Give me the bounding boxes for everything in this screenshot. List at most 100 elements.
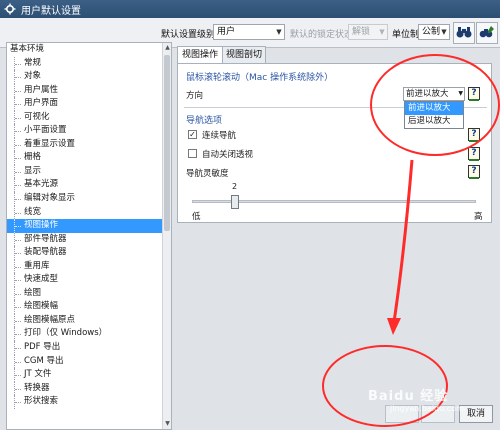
tree-item-label: 对象 <box>24 71 42 82</box>
lock-select[interactable]: 解锁 ▼ <box>348 24 388 40</box>
tree-item[interactable]: PDF 导出 <box>7 341 171 355</box>
scroll-down-icon[interactable]: ▼ <box>163 419 171 429</box>
unit-select[interactable]: 公制 ▼ <box>418 24 450 40</box>
tree-item-label: 编辑对象显示 <box>24 193 76 204</box>
tree-guide-tick <box>15 144 21 146</box>
tree-item[interactable]: 绘图 <box>7 286 171 301</box>
tree-guide-tick <box>15 171 21 173</box>
tree-item-label: 用户界面 <box>24 98 59 109</box>
tree-guide-tick <box>15 117 21 119</box>
sensitivity-slider[interactable]: 2 <box>192 182 476 209</box>
auto-perspective-checkbox[interactable] <box>188 149 197 158</box>
dropdown-option[interactable]: 后退以放大 <box>405 115 463 128</box>
level-select[interactable]: 用户 ▼ <box>213 24 285 40</box>
tree-item[interactable]: 显示 <box>7 164 171 179</box>
window-titlebar: 用户默认设置 <box>0 0 500 18</box>
direction-label: 方向 <box>186 91 204 101</box>
tree-item[interactable]: 编辑对象显示 <box>7 192 171 206</box>
tree-guide-tick <box>15 253 21 255</box>
cancel-button[interactable]: 取消 <box>459 405 493 423</box>
tree-item-label: 用户属性 <box>24 84 59 95</box>
tree-item[interactable]: 转换器 <box>7 381 171 396</box>
scroll-thumb[interactable] <box>164 55 170 231</box>
help-icon[interactable]: ? <box>468 87 480 101</box>
tree-root[interactable]: 基本环境 <box>7 43 171 57</box>
slider-value: 2 <box>232 182 238 191</box>
chevron-down-icon: ▼ <box>276 28 282 36</box>
continuous-nav-checkbox[interactable]: ✓ <box>188 130 197 139</box>
tree-item-label: 装配导航器 <box>24 247 67 258</box>
tree-item[interactable]: 装配导航器 <box>7 246 171 260</box>
tree-item[interactable]: 基本光源 <box>7 178 171 193</box>
tree-items: 常规对象用户属性用户界面 可视化 小平面设置 着重显示设置 栅格 显示 基本光源编辑对象显示… <box>7 56 171 409</box>
tree-item[interactable]: 可视化 <box>7 110 171 125</box>
tree-item-label: 绘图模幅原点 <box>24 314 76 325</box>
tree-guide-tick <box>15 361 21 363</box>
watermark-logo: Baidu 经验 <box>368 389 449 404</box>
tree-guide-tick <box>15 266 21 268</box>
tree-guide-tick <box>15 280 21 282</box>
tree-item[interactable]: 绘图模幅原点 <box>7 313 171 328</box>
tree-guide-tick <box>15 348 21 350</box>
tree-item-label: 常规 <box>24 57 42 68</box>
tree-item-label: 部件导航器 <box>24 233 67 244</box>
tree-item[interactable]: 用户界面 <box>7 97 171 111</box>
tree-item[interactable]: 常规 <box>7 56 171 71</box>
chevron-down-icon: ▼ <box>458 90 463 97</box>
tree-item[interactable]: 着重显示设置 <box>7 137 171 152</box>
help-icon[interactable]: ? <box>468 147 480 161</box>
slider-high-label: 高 <box>474 212 483 222</box>
tree-guide-tick <box>15 375 21 377</box>
tree-item[interactable]: 栅格 <box>7 151 171 165</box>
tree-guide-tick <box>15 131 21 133</box>
tree-guide-tick <box>15 185 21 187</box>
slider-handle[interactable] <box>231 195 239 209</box>
tree-guide-tick <box>15 104 21 106</box>
tree-item-label: 绘图 <box>24 287 42 298</box>
tree-item-label: 线宽 <box>24 206 42 217</box>
tree-item[interactable]: 打印（仅 Windows） <box>7 327 171 342</box>
tree-item[interactable]: JT 文件 <box>7 368 171 382</box>
tree-item[interactable]: 用户属性 <box>7 83 171 98</box>
tree-item[interactable]: 小平面设置 <box>7 124 171 138</box>
tree-item[interactable]: 对象 <box>7 70 171 84</box>
lock-label: 默认的锁定状态 <box>290 30 354 40</box>
tree-item[interactable]: 重用库 <box>7 259 171 274</box>
dropdown-option[interactable]: 前进以放大 <box>405 102 463 115</box>
tree-item-label: 重用库 <box>24 260 50 271</box>
find-setting-button[interactable] <box>453 22 475 44</box>
tree-guide-tick <box>15 388 21 390</box>
direction-dropdown: 前进以放大 后退以放大 <box>404 101 464 129</box>
tree-item-label: 绘图模幅 <box>24 301 59 312</box>
tree-item[interactable]: 绘图模幅 <box>7 300 171 314</box>
manage-settings-button[interactable] <box>476 22 498 44</box>
tree-item-label: 基本光源 <box>24 179 59 190</box>
level-label: 默认设置级别 <box>161 30 216 40</box>
gear-icon <box>4 3 16 15</box>
tab-view-section[interactable]: 视图剖切 <box>222 46 266 63</box>
scroll-up-icon[interactable]: ▲ <box>163 43 171 53</box>
direction-select[interactable]: 前进以放大 ▼ <box>403 87 465 101</box>
unit-label: 单位制 <box>392 30 420 40</box>
tree-item[interactable]: 视图操作 <box>7 219 171 233</box>
tree-item[interactable]: 部件导航器 <box>7 232 171 247</box>
tree-item[interactable]: 线宽 <box>7 205 171 220</box>
window-title: 用户默认设置 <box>21 5 81 17</box>
help-icon[interactable]: ? <box>468 128 480 142</box>
chevron-down-icon: ▼ <box>441 28 447 36</box>
tree-item-label: 栅格 <box>24 152 42 163</box>
tree-item-label: 着重显示设置 <box>24 138 76 149</box>
tab-view-operation[interactable]: 视图操作 <box>177 46 223 64</box>
sensitivity-label: 导航灵敏度 <box>186 169 229 179</box>
settings-panel: 鼠标滚轮滚动（Mac 操作系统除外） 方向 前进以放大 ▼ ? 导航选项 ✓ 连… <box>177 63 492 223</box>
tree-item[interactable]: CGM 导出 <box>7 354 171 369</box>
tree-guide-tick <box>15 63 21 65</box>
help-icon[interactable]: ? <box>468 165 480 179</box>
tree-item[interactable]: 形状搜索 <box>7 395 171 409</box>
settings-tree[interactable]: 基本环境 常规对象用户属性用户界面 可视化 小平面设置 着重显示设置 栅格 显示 基本光源编… <box>6 42 172 430</box>
slider-low-label: 低 <box>192 212 201 222</box>
tree-scrollbar[interactable]: ▲ ▼ <box>162 43 171 429</box>
tree-item-label: 打印（仅 Windows） <box>24 328 108 339</box>
tree-item[interactable]: 快速成型 <box>7 273 171 287</box>
tree-item-label: 形状搜索 <box>24 396 59 407</box>
